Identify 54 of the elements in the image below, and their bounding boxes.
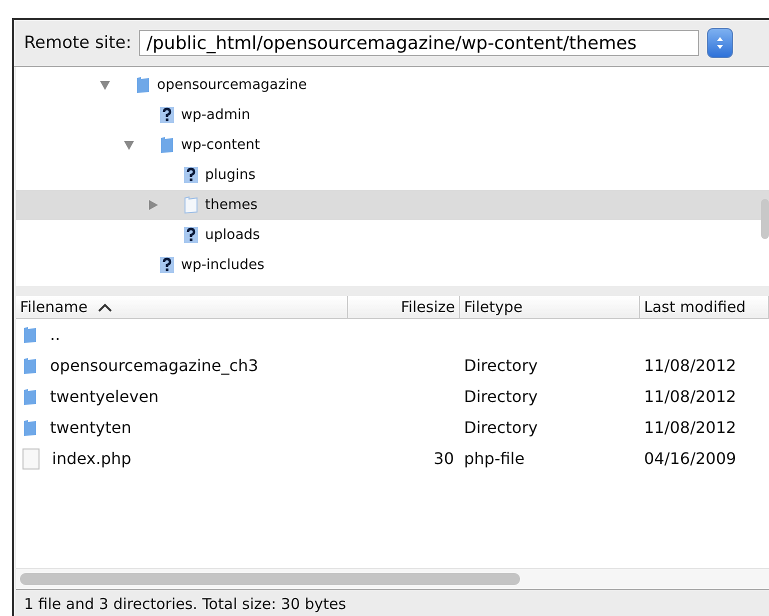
file-name: twentyeleven — [50, 387, 159, 406]
tree-item[interactable]: wp-includes — [16, 250, 769, 280]
tree-item-label: wp-includes — [181, 257, 264, 273]
unknown-status-icon — [183, 166, 199, 184]
file-name: .. — [50, 325, 60, 344]
file-type: Directory — [464, 387, 538, 406]
file-icon — [22, 448, 40, 470]
folder-icon — [22, 326, 38, 344]
file-type: php-file — [464, 449, 525, 468]
collapsed-arrow-icon[interactable] — [147, 199, 159, 211]
file-type: Directory — [464, 356, 538, 375]
tree-scrollbar-thumb[interactable] — [761, 199, 769, 239]
column-header[interactable]: Filesize — [348, 296, 460, 318]
tree-item[interactable]: opensourcemagazine — [16, 70, 769, 100]
tree-item-label: wp-admin — [181, 107, 250, 123]
unknown-status-icon — [183, 226, 199, 244]
tree-item-label: themes — [205, 197, 258, 213]
tree-item-label: wp-content — [181, 137, 260, 153]
file-name: index.php — [52, 449, 132, 468]
file-name: twentyten — [50, 418, 132, 437]
folder-icon — [22, 388, 38, 406]
remote-site-label: Remote site: — [24, 33, 132, 53]
last-modified-date: 04/16/2009 — [644, 449, 736, 468]
tree-item[interactable]: plugins — [16, 160, 769, 190]
tree-item[interactable]: uploads — [16, 220, 769, 250]
last-modified-date: 11/08/2012 — [644, 418, 736, 437]
expanded-arrow-icon[interactable] — [99, 79, 111, 91]
column-header[interactable]: Filetype — [460, 296, 640, 318]
tree-item[interactable]: themes — [16, 190, 769, 220]
unknown-status-icon — [159, 106, 175, 124]
unknown-status-icon — [159, 256, 175, 274]
folder-icon — [135, 76, 151, 94]
tree-item[interactable]: wp-admin — [16, 100, 769, 130]
horizontal-scrollbar-thumb[interactable] — [20, 573, 520, 585]
folder-icon — [22, 356, 38, 374]
tree-item-label: opensourcemagazine — [157, 77, 307, 93]
folder-icon — [159, 136, 175, 154]
path-dropdown-button[interactable] — [707, 28, 734, 58]
column-header[interactable]: Last modified — [640, 296, 769, 318]
status-text: 1 file and 3 directories. Total size: 30 bytes — [24, 595, 346, 613]
expanded-arrow-icon[interactable] — [123, 139, 135, 151]
file-size: 30 — [434, 449, 454, 468]
last-modified-date: 11/08/2012 — [644, 356, 736, 375]
folder-icon — [183, 196, 199, 214]
tree-item-label: uploads — [205, 227, 260, 243]
file-type: Directory — [464, 418, 538, 437]
remote-path-field[interactable]: /public_html/opensourcemagazine/wp-content/themes — [139, 30, 700, 56]
up-down-arrows-icon — [715, 35, 726, 51]
file-name: opensourcemagazine_ch3 — [50, 356, 258, 375]
last-modified-date: 11/08/2012 — [644, 387, 736, 406]
tree-item[interactable]: wp-content — [16, 130, 769, 160]
tree-item-label: plugins — [205, 167, 256, 183]
folder-icon — [22, 418, 38, 436]
column-header[interactable]: Filename — [16, 296, 348, 318]
